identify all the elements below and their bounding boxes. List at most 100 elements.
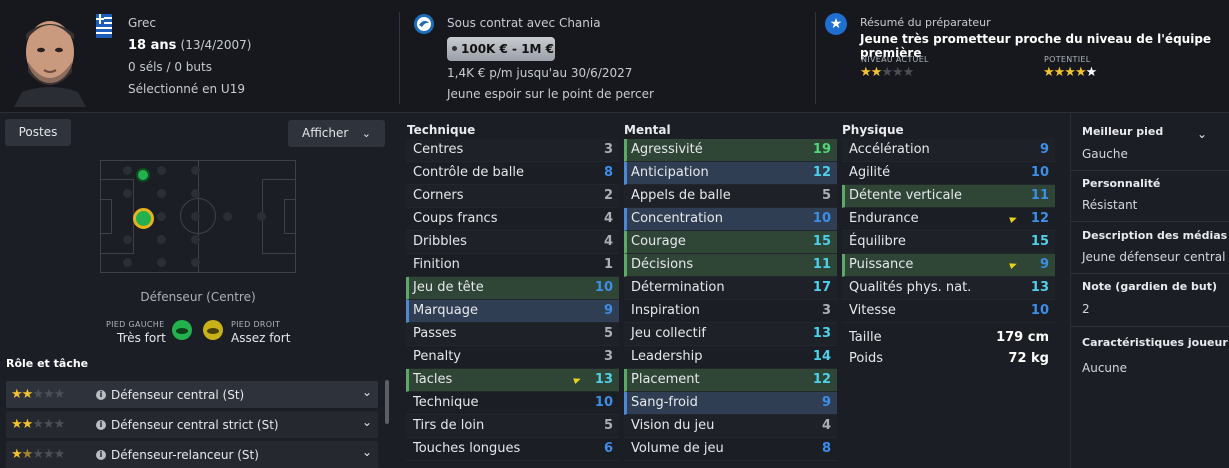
attribute-row[interactable]: Accélération 9 — [842, 139, 1055, 162]
attribute-name: Leadership — [631, 349, 703, 364]
info-icon[interactable]: i — [96, 420, 106, 430]
attribute-value: 10 — [1030, 303, 1049, 318]
attribute-row[interactable]: Corners 2 — [406, 185, 619, 208]
left-foot-label: PIED GAUCHE — [106, 320, 165, 329]
attribute-row[interactable]: Équilibre 15 — [842, 231, 1055, 254]
attribute-name: Sang-froid — [631, 395, 698, 410]
attribute-row-highlighted[interactable]: Décisions 11 — [624, 254, 837, 277]
attribute-row[interactable]: Vitesse 10 — [842, 300, 1055, 323]
attribute-row[interactable]: Leadership 14 — [624, 346, 837, 369]
international-caps: 0 séls / 0 buts — [128, 60, 212, 74]
attribute-value: 11 — [1030, 188, 1049, 203]
pitch-position-slot — [157, 258, 166, 267]
goalkeeper-rating-title: Note (gardien de but) — [1082, 280, 1217, 293]
pitch-right-six-yard — [284, 199, 296, 234]
scout-star-icon: ★ — [825, 13, 847, 35]
mental-title: Mental — [624, 123, 671, 137]
role-label: Défenseur central (St) — [111, 388, 245, 402]
roles-scrollbar[interactable] — [385, 380, 389, 424]
attribute-row[interactable]: Centres 3 — [406, 139, 619, 162]
attribute-row-highlighted[interactable]: Marquage 9 — [406, 300, 619, 323]
separator — [1071, 221, 1229, 222]
pitch-position-slot — [123, 258, 132, 267]
attribute-value: 12 — [812, 165, 831, 180]
pitch-position-slot — [123, 189, 132, 198]
divider — [815, 12, 816, 104]
attribute-row[interactable]: Technique 10 — [406, 392, 619, 415]
pitch-position-slot — [157, 212, 166, 221]
attribute-row[interactable]: Touches longues 6 — [406, 438, 619, 461]
attribute-name: Technique — [413, 395, 479, 410]
attribute-row-highlighted[interactable]: Tacles 13 — [406, 369, 619, 392]
chevron-down-icon[interactable]: ⌄ — [1197, 127, 1207, 141]
attribute-row[interactable]: Vision du jeu 4 — [624, 415, 837, 438]
attribute-row[interactable]: Qualités phys. nat. 13 — [842, 277, 1055, 300]
info-icon[interactable]: i — [96, 450, 106, 460]
attribute-row[interactable]: Penalty 3 — [406, 346, 619, 369]
postes-button[interactable]: Postes — [5, 119, 71, 146]
role-label: Défenseur-relanceur (St) — [111, 448, 259, 462]
attribute-name: Taille — [849, 330, 882, 345]
attribute-row[interactable]: Jeu collectif 13 — [624, 323, 837, 346]
attribute-row-highlighted[interactable]: Placement 12 — [624, 369, 837, 392]
player-header: Grec 18 ans (13/4/2007) 0 séls / 0 buts … — [0, 0, 1229, 113]
attribute-row[interactable]: Agilité 10 — [842, 162, 1055, 185]
pitch-position-slot — [157, 166, 166, 175]
chevron-down-icon[interactable]: ⌄ — [362, 415, 372, 429]
chevron-down-icon[interactable]: ⌄ — [362, 445, 372, 459]
attribute-name: Marquage — [413, 303, 479, 318]
attribute-row[interactable]: Détermination 17 — [624, 277, 837, 300]
club-badge-icon[interactable] — [413, 13, 435, 35]
attribute-row-highlighted[interactable]: Puissance 9 — [842, 254, 1055, 277]
scout-report-title: Résumé du préparateur — [860, 16, 991, 29]
attribute-name: Dribbles — [413, 234, 467, 249]
attribute-row[interactable]: Inspiration 3 — [624, 300, 837, 323]
separator — [1071, 273, 1229, 274]
attribute-row-highlighted[interactable]: Jeu de tête 10 — [406, 277, 619, 300]
attribute-value: 6 — [603, 441, 613, 456]
pitch-position-slot — [123, 166, 132, 175]
attribute-row-highlighted[interactable]: Agressivité 19 — [624, 139, 837, 162]
attribute-row[interactable]: Coups francs 4 — [406, 208, 619, 231]
afficher-dropdown[interactable]: Afficher ⌄ — [288, 120, 385, 147]
attribute-name: Appels de balle — [631, 188, 731, 203]
attribute-row[interactable]: Volume de jeu 8 — [624, 438, 837, 461]
attribute-row[interactable]: Passes 5 — [406, 323, 619, 346]
right-foot-value: Assez fort — [231, 331, 291, 345]
attribute-row[interactable]: Dribbles 4 — [406, 231, 619, 254]
role-label: Défenseur central strict (St) — [111, 418, 279, 432]
attribute-row[interactable]: Appels de balle 5 — [624, 185, 837, 208]
attribute-value: 10 — [594, 395, 613, 410]
attribute-row[interactable]: Finition 1 — [406, 254, 619, 277]
attribute-value: 5 — [821, 188, 831, 203]
divider — [399, 12, 400, 104]
secondary-position-marker[interactable] — [136, 168, 150, 182]
role-row[interactable]: ★★★★★ i Défenseur central (St) ⌄ — [6, 381, 378, 408]
role-row[interactable]: ★★★★★ i Défenseur central strict (St) ⌄ — [6, 411, 378, 438]
separator — [1071, 326, 1229, 327]
attribute-row-highlighted[interactable]: Anticipation 12 — [624, 162, 837, 185]
transfer-value-tag: 100K € - 1M € — [447, 37, 555, 61]
attribute-row-highlighted[interactable]: Détente verticale 11 — [842, 185, 1055, 208]
right-foot-label: PIED DROIT — [231, 320, 281, 329]
development-status: Jeune espoir sur le point de percer — [447, 87, 654, 101]
attribute-row[interactable]: Tirs de loin 5 — [406, 415, 619, 438]
attribute-row[interactable]: Endurance 12 — [842, 208, 1055, 231]
role-row[interactable]: ★★★★★ i Défenseur-relanceur (St) ⌄ — [6, 441, 378, 468]
attribute-name: Tirs de loin — [413, 418, 485, 433]
chevron-down-icon[interactable]: ⌄ — [362, 385, 372, 399]
main-position-marker[interactable] — [133, 208, 154, 229]
afficher-label: Afficher — [302, 126, 349, 140]
pitch-left-six-yard — [100, 199, 112, 234]
attribute-row-highlighted[interactable]: Courage 15 — [624, 231, 837, 254]
attribute-name: Équilibre — [849, 234, 906, 249]
attribute-row-highlighted[interactable]: Sang-froid 9 — [624, 392, 837, 415]
attribute-row[interactable]: Contrôle de balle 8 — [406, 162, 619, 185]
info-icon[interactable]: i — [96, 390, 106, 400]
attribute-value: 13 — [1030, 280, 1049, 295]
attribute-name: Coups francs — [413, 211, 498, 226]
media-description-title: Description des médias — [1082, 229, 1228, 242]
attribute-row-highlighted[interactable]: Concentration 10 — [624, 208, 837, 231]
attribute-value: 2 — [603, 188, 613, 203]
attribute-name: Contrôle de balle — [413, 165, 524, 180]
